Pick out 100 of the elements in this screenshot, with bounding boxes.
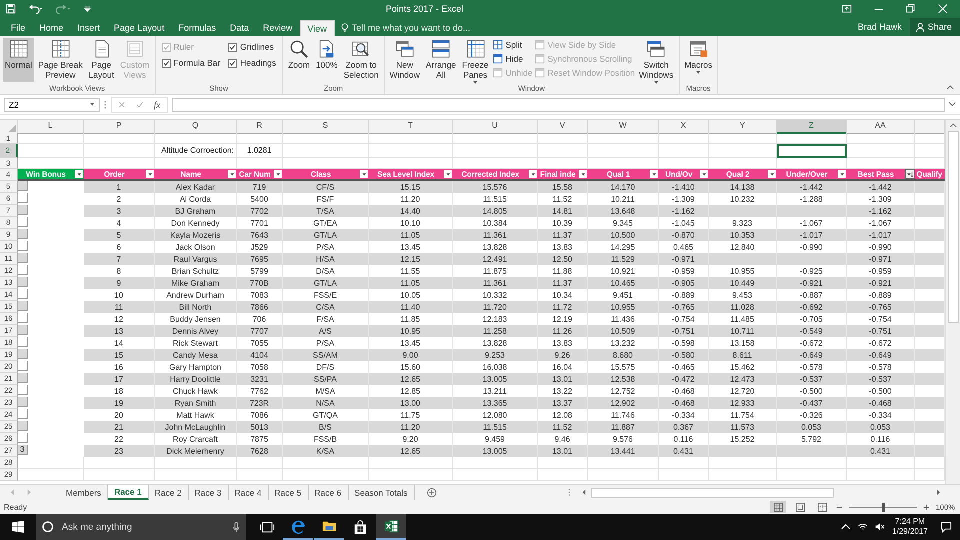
search-box[interactable]: Ask me anything	[36, 514, 246, 540]
column-header[interactable]: V	[538, 120, 588, 134]
grid-cell[interactable]	[847, 457, 915, 469]
checkbox[interactable]	[228, 42, 238, 52]
taskbar-app[interactable]	[376, 514, 406, 540]
ribbon-button[interactable]: Hide	[492, 53, 533, 65]
scroll-right-icon[interactable]	[937, 489, 941, 496]
notifications-icon[interactable]	[941, 522, 952, 532]
grid-cell[interactable]	[777, 469, 847, 481]
column-header[interactable]: R	[237, 120, 283, 134]
grid-cell[interactable]	[538, 469, 588, 481]
column-header[interactable]: P	[84, 120, 155, 134]
filter-button[interactable]	[444, 170, 452, 178]
customize-caret-icon[interactable]	[84, 4, 91, 14]
close-icon[interactable]	[938, 4, 948, 14]
filter-button[interactable]	[75, 170, 83, 178]
ribbon-button[interactable]: Normal	[3, 38, 34, 82]
ribbon-button[interactable]: Split	[492, 39, 533, 51]
grid-cell[interactable]	[538, 133, 588, 144]
ribbon-button[interactable]: New Window	[388, 38, 422, 82]
ribbon-tab[interactable]: Page Layout	[107, 20, 172, 36]
restore-icon[interactable]	[906, 4, 916, 14]
ribbon-tab[interactable]: Home	[32, 20, 71, 36]
ribbon-tab[interactable]: Formulas	[172, 20, 224, 36]
grid-cell[interactable]	[18, 469, 84, 481]
grid-cell[interactable]	[659, 469, 709, 481]
grid-cell[interactable]	[84, 144, 155, 158]
grid-cell[interactable]	[659, 144, 709, 158]
save-icon[interactable]	[6, 4, 16, 14]
filter-button[interactable]	[838, 170, 846, 178]
user-name[interactable]: Brad Hawk	[858, 22, 902, 32]
ribbon-button[interactable]: Page Break Preview	[36, 38, 85, 82]
enter-icon[interactable]	[136, 100, 144, 108]
filter-button[interactable]	[360, 170, 368, 178]
scroll-up-icon[interactable]	[950, 123, 956, 128]
ribbon-tab[interactable]: View	[300, 20, 335, 36]
grid-cell[interactable]	[453, 144, 538, 158]
column-header[interactable]	[915, 120, 945, 134]
grid-cell[interactable]	[18, 457, 84, 469]
formula-field[interactable]	[172, 98, 945, 112]
ribbon-button[interactable]: Page Layout	[86, 38, 116, 82]
grid-cell[interactable]	[659, 133, 709, 144]
column-header[interactable]: Z	[777, 120, 847, 134]
ribbon-tab[interactable]: Data	[223, 20, 256, 36]
ribbon-button[interactable]: 100%	[314, 38, 340, 82]
grid-cell[interactable]	[538, 144, 588, 158]
filter-button[interactable]	[579, 170, 587, 178]
zoom-in-icon[interactable]	[923, 504, 930, 510]
chevron-up-icon[interactable]	[841, 522, 852, 532]
ribbon-tab[interactable]: Insert	[70, 20, 108, 36]
filter-button[interactable]	[228, 170, 236, 178]
checkbox[interactable]	[162, 58, 171, 68]
slider-thumb[interactable]	[882, 502, 884, 512]
ribbon-button[interactable]: Switch Windows	[637, 38, 676, 82]
column-header[interactable]: S	[283, 120, 369, 134]
grid-cell[interactable]	[84, 469, 155, 481]
redo-icon[interactable]	[56, 4, 72, 14]
grid-cell[interactable]	[18, 144, 84, 158]
grid-cell[interactable]	[709, 144, 777, 158]
clock-time[interactable]: 7:24 PM	[895, 517, 926, 527]
grid-cell[interactable]	[777, 133, 847, 144]
grid-cell[interactable]	[155, 469, 237, 481]
grid-cell[interactable]	[237, 133, 283, 144]
ribbon-tab[interactable]: File	[4, 20, 33, 36]
grid-cell[interactable]	[237, 457, 283, 469]
grid-cell[interactable]	[283, 144, 369, 158]
column-header[interactable]: AA	[847, 120, 915, 134]
grid-cell[interactable]	[588, 133, 659, 144]
new-sheet-icon[interactable]	[426, 488, 437, 498]
grid-cell[interactable]	[538, 457, 588, 469]
filter-button[interactable]	[700, 170, 708, 178]
expand-icon[interactable]	[949, 102, 956, 107]
grid-cell[interactable]	[847, 144, 915, 158]
windows-logo-icon[interactable]	[12, 521, 24, 533]
ribbon-button[interactable]: Arrange All	[424, 38, 458, 82]
view-button[interactable]	[770, 501, 786, 513]
grid-cell[interactable]	[453, 457, 538, 469]
grid-cell[interactable]	[84, 133, 155, 144]
ribbon-button[interactable]: Zoom to Selection	[342, 38, 381, 82]
grid-cell[interactable]	[237, 469, 283, 481]
grid-cell[interactable]	[18, 133, 84, 144]
grid-cell[interactable]	[453, 469, 538, 481]
grid-cell[interactable]	[283, 457, 369, 469]
filter-button[interactable]	[274, 170, 282, 178]
scroll-left-icon[interactable]	[582, 489, 586, 496]
ribbon-button[interactable]: Zoom	[286, 38, 312, 82]
name-box[interactable]: Z2	[4, 98, 100, 112]
grid-cell[interactable]	[777, 457, 847, 469]
undo-icon[interactable]	[28, 4, 44, 14]
grid-cell[interactable]	[709, 133, 777, 144]
collapse-ribbon-icon[interactable]	[947, 85, 954, 90]
grid-cell[interactable]	[369, 144, 453, 158]
filter-button[interactable]	[529, 170, 537, 178]
ribbon-button[interactable]: Macros	[682, 38, 714, 82]
column-header[interactable]: T	[369, 120, 453, 134]
sheet-tab[interactable]: Race 1	[108, 485, 149, 500]
grid-cell[interactable]	[369, 457, 453, 469]
cancel-icon[interactable]	[118, 100, 126, 108]
sort-filter-button[interactable]	[906, 170, 914, 178]
grid-cell[interactable]	[369, 133, 453, 144]
